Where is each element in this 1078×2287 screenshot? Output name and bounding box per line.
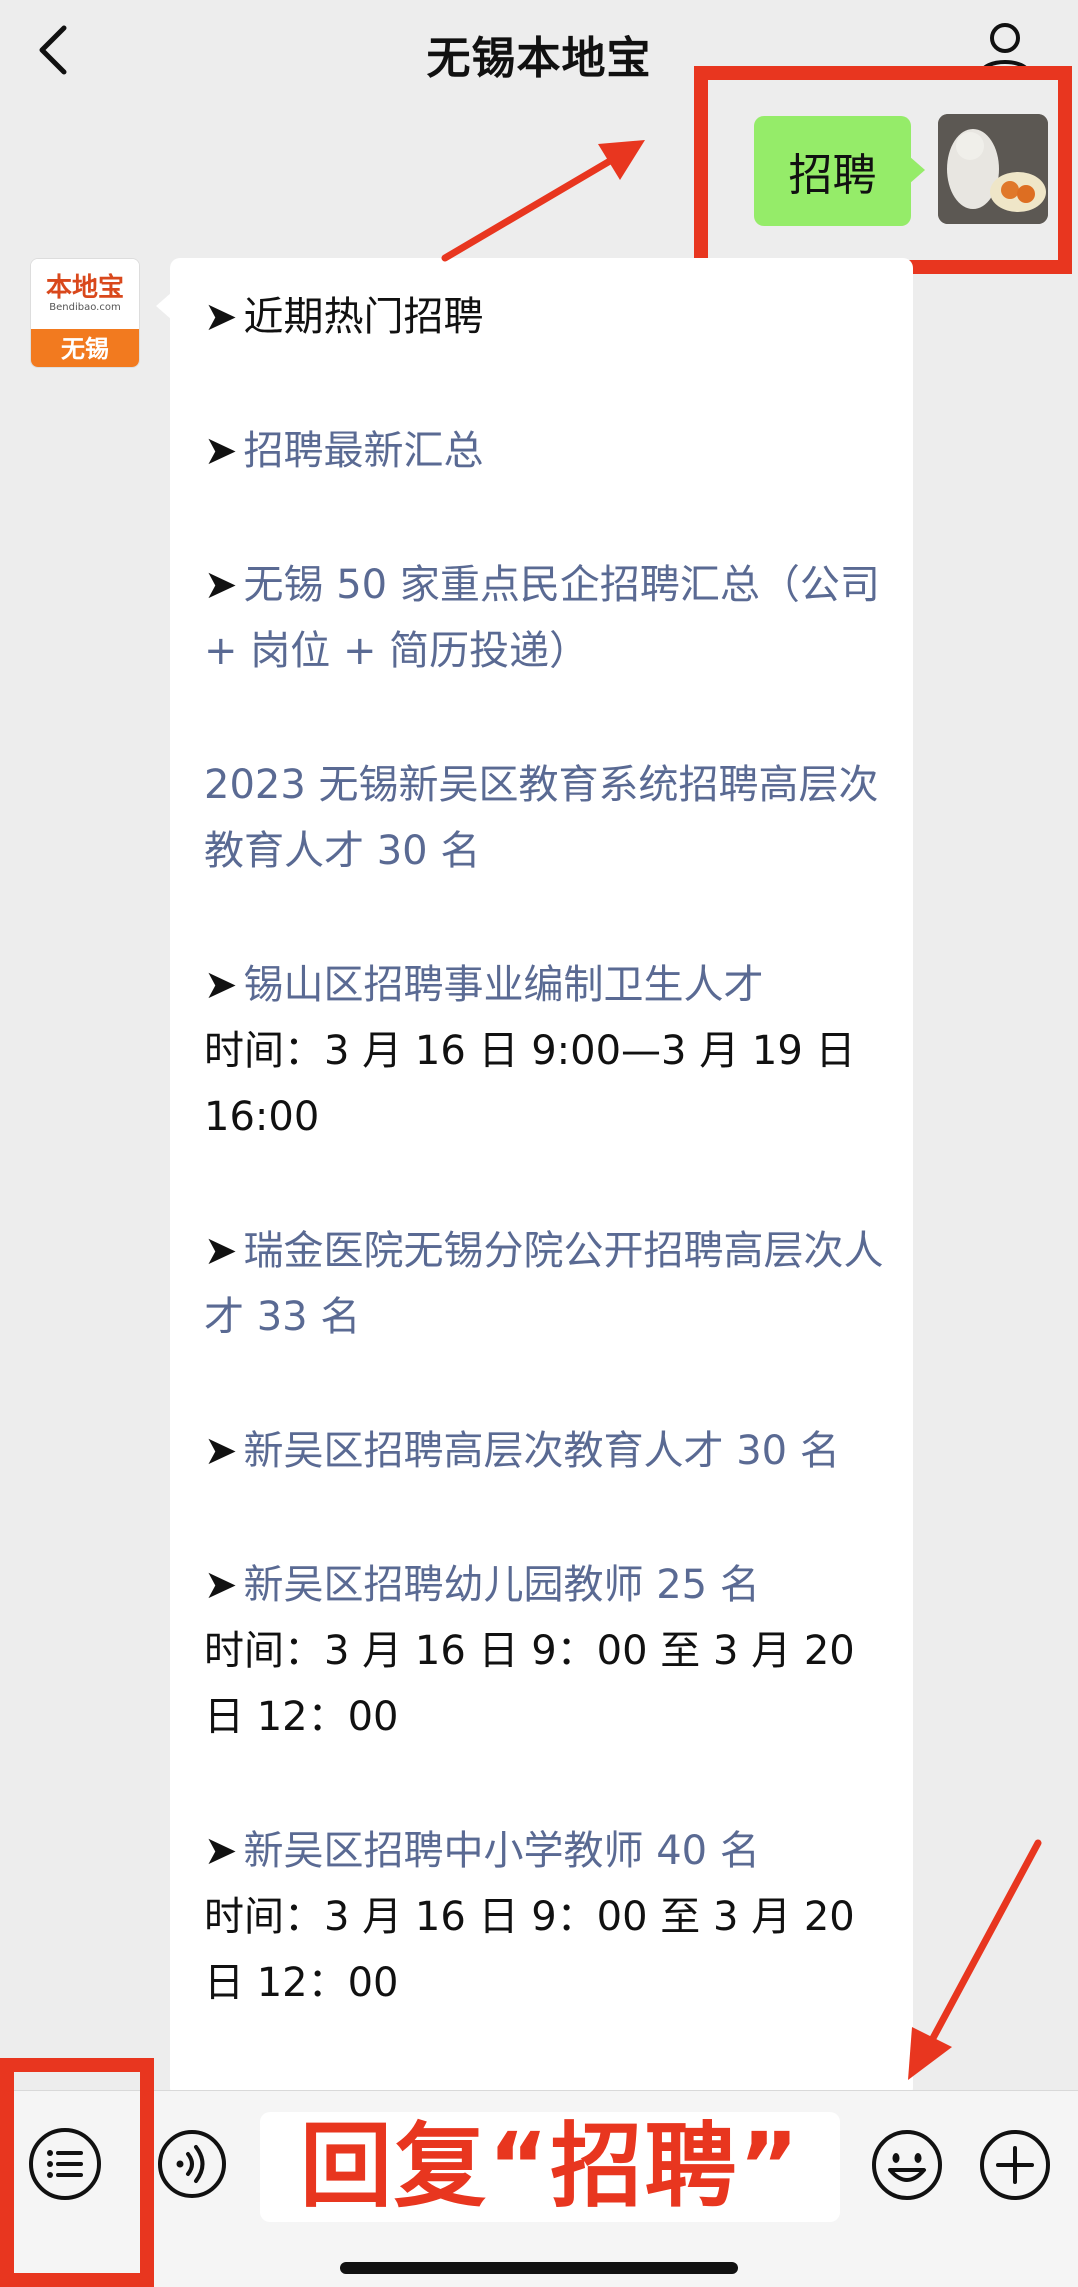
message-item[interactable]: ➤ 近期热门招聘: [204, 284, 887, 350]
reply-hint: 回复“招聘”: [300, 2113, 801, 2220]
message-link[interactable]: 锡山区招聘事业编制卫生人才: [244, 962, 764, 1008]
message-link[interactable]: 瑞金医院无锡分院公开招聘高层次人才 33 名: [204, 1228, 884, 1340]
message-item[interactable]: ➤ 新吴区招聘幼儿园教师 25 名 时间：3 月 16 日 9：00 至 3 月 …: [204, 1552, 887, 1750]
arrow-icon: ➤: [204, 1828, 238, 1874]
arrow-icon: ➤: [204, 962, 238, 1008]
logo-text: 本地宝: [45, 273, 124, 303]
arrow-icon: ➤: [204, 1428, 238, 1474]
logo-sub: Bendibao.com: [49, 302, 121, 313]
voice-button[interactable]: [156, 2128, 228, 2200]
annotation-highlight-outgoing: [694, 66, 1072, 274]
time-text: 时间：3 月 16 日 9：00 至 3 月 20 日 12：00: [204, 1628, 855, 1740]
arrow-icon: ➤: [204, 1562, 238, 1608]
plus-button[interactable]: [978, 2128, 1052, 2202]
message-link[interactable]: 2023 无锡新吴区教育系统招聘高层次教育人才 30 名: [204, 762, 879, 874]
home-indicator[interactable]: [340, 2262, 738, 2274]
plus-icon: [980, 2130, 1050, 2200]
time-text: 时间：3 月 16 日 9:00—3 月 19 日 16:00: [204, 1028, 856, 1140]
message-item[interactable]: ➤ 瑞金医院无锡分院公开招聘高层次人才 33 名: [204, 1218, 887, 1350]
message-link[interactable]: 新吴区招聘中小学教师 40 名: [244, 1828, 760, 1874]
annotation-highlight-menu: [0, 2058, 154, 2287]
emoji-icon: [872, 2130, 942, 2200]
message-item[interactable]: ➤ 招聘最新汇总: [204, 418, 887, 484]
arrow-icon: ➤: [204, 428, 238, 474]
message-item[interactable]: ➤ 锡山区招聘事业编制卫生人才 时间：3 月 16 日 9:00—3 月 19 日…: [204, 952, 887, 1150]
time-text: 时间：3 月 16 日 9：00 至 3 月 20 日 12：00: [204, 1894, 855, 2006]
message-item[interactable]: 2023 无锡新吴区教育系统招聘高层次教育人才 30 名: [204, 752, 887, 884]
incoming-message: ➤ 近期热门招聘 ➤ 招聘最新汇总 ➤ 无锡 50 家重点民企招聘汇总（公司 + 岗位…: [156, 258, 913, 2098]
message-link[interactable]: 新吴区招聘幼儿园教师 25 名: [244, 1562, 760, 1608]
arrow-icon: ➤: [204, 562, 238, 608]
voice-icon: [158, 2130, 226, 2198]
brand-avatar[interactable]: 本地宝 Bendibao.com 无锡: [30, 258, 140, 368]
message-item[interactable]: ➤ 新吴区招聘高层次教育人才 30 名: [204, 1418, 887, 1484]
message-link[interactable]: 无锡 50 家重点民企招聘汇总（公司 + 岗位 + 简历投递）: [204, 562, 880, 674]
emoji-button[interactable]: [870, 2128, 944, 2202]
message-link[interactable]: 招聘最新汇总: [244, 428, 484, 474]
message-item[interactable]: ➤ 无锡 50 家重点民企招聘汇总（公司 + 岗位 + 简历投递）: [204, 552, 887, 684]
logo-area: 本地宝 Bendibao.com: [31, 259, 139, 329]
arrow-icon: ➤: [204, 294, 238, 340]
annotation-arrow-bottom: [908, 1839, 1042, 2080]
message-item[interactable]: ➤ 新吴区招聘中小学教师 40 名 时间：3 月 16 日 9：00 至 3 月 …: [204, 1818, 887, 2016]
logo-city: 无锡: [31, 329, 139, 367]
annotation-arrow-top: [441, 140, 645, 262]
message-link[interactable]: 新吴区招聘高层次教育人才 30 名: [244, 1428, 840, 1474]
arrow-icon: ➤: [204, 1228, 238, 1274]
message-text: 近期热门招聘: [243, 294, 484, 340]
